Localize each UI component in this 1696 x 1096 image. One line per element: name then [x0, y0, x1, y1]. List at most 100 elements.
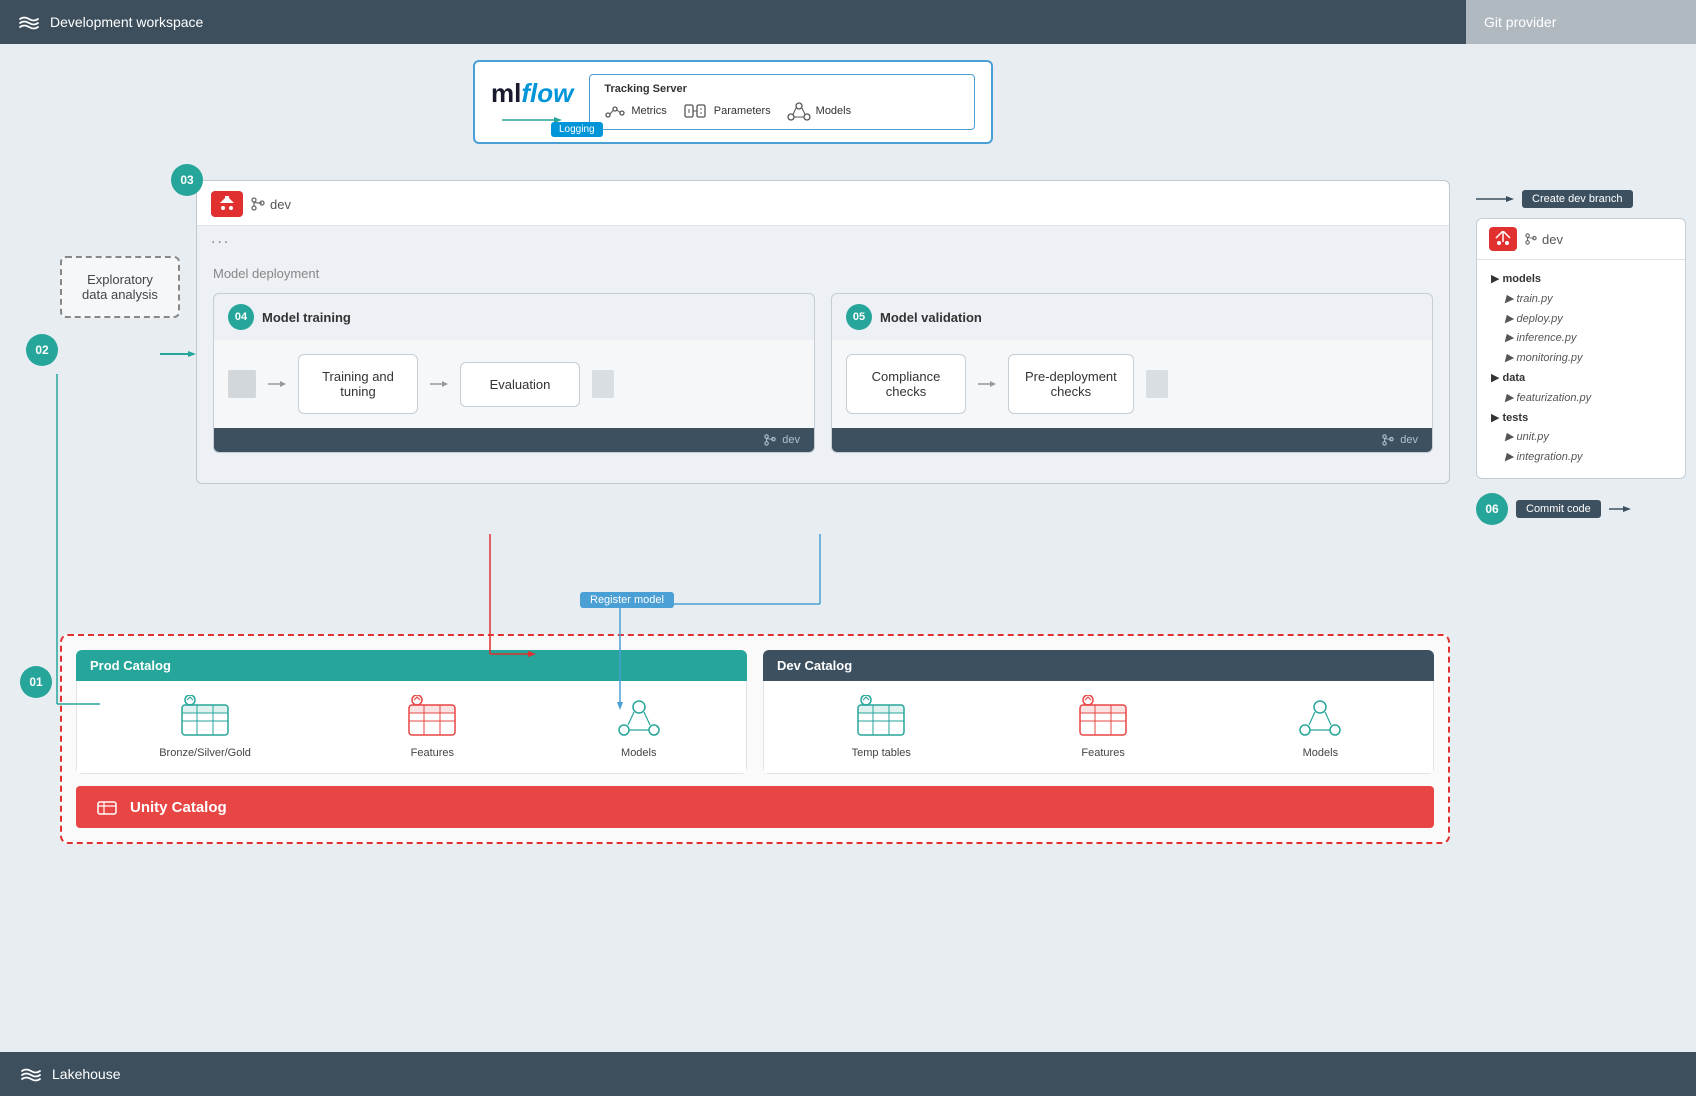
- models-label: Models: [816, 105, 851, 117]
- arrow-2: [430, 377, 448, 391]
- tracking-items: Metrics: [604, 101, 851, 121]
- parameters-label: Parameters: [714, 105, 771, 117]
- gray-sq-2: [592, 370, 614, 398]
- unit-py: unit.py: [1517, 431, 1549, 443]
- mlflow-logo: mlflow: [491, 78, 573, 109]
- validation-box: 05 Model validation Compliance checks: [831, 293, 1433, 453]
- register-model-label: Register model: [580, 592, 674, 608]
- step-05-circle: 05: [846, 304, 872, 330]
- eda-box: Exploratory data analysis: [60, 256, 180, 318]
- git-right-branch-label: dev: [1525, 232, 1563, 247]
- outer-header: Development workspace Git provider: [0, 0, 1696, 44]
- step-01-bubble: 01: [20, 666, 52, 698]
- data-folder: data: [1503, 372, 1526, 384]
- lakehouse-icon: [20, 1063, 42, 1085]
- dev-workspace-header: Development workspace: [0, 0, 1466, 44]
- training-box-footer: dev: [214, 428, 814, 452]
- dev-catalog-items: Temp tables: [763, 681, 1434, 774]
- validation-title: Model validation: [880, 310, 982, 325]
- branch-icon: [251, 197, 265, 211]
- arrow-3: [978, 377, 996, 391]
- git-right-branch-text: dev: [1542, 232, 1563, 247]
- branch-icon-footer-1: [764, 434, 776, 446]
- workspace-section: 03: [16, 180, 1450, 484]
- tracking-server-title: Tracking Server: [604, 83, 851, 95]
- model-deploy-area: Model deployment 04 Model training: [197, 252, 1449, 467]
- tracking-server-box: Tracking Server Metrics: [589, 74, 975, 130]
- ml-text: ml: [491, 78, 521, 108]
- dev-features: Features: [1078, 695, 1128, 759]
- git-tree-item-unit: ▶ unit.py: [1491, 428, 1671, 448]
- prod-features-label: Features: [411, 747, 454, 759]
- featurization-py: featurization.py: [1517, 392, 1592, 404]
- arrow-unit: ▶: [1505, 431, 1517, 443]
- validation-card-1: Compliance checks: [846, 354, 966, 414]
- arrow-tests: ▶: [1491, 412, 1503, 424]
- register-model-container: Register model: [580, 592, 674, 608]
- mlflow-box: mlflow Logging Tracking Server: [473, 60, 993, 144]
- commit-code-label: Commit code: [1516, 500, 1601, 518]
- prod-models-icon: [614, 695, 664, 741]
- training-box-content: Training and tuning Evaluation: [214, 340, 814, 428]
- unity-catalog-icon: [96, 796, 118, 818]
- git-right-header: dev: [1477, 219, 1685, 260]
- prod-features-icon: [407, 695, 457, 741]
- git-right-box: dev ▶ models ▶ train.py ▶ deploy.py ▶ in…: [1476, 218, 1686, 479]
- arrow-train: ▶: [1505, 293, 1517, 305]
- arrow-data: ▶: [1491, 372, 1503, 384]
- git-provider-header: Git provider: [1466, 0, 1696, 44]
- prod-models-label: Models: [621, 747, 656, 759]
- left-area: mlflow Logging Tracking Server: [0, 44, 1466, 1052]
- models-item: Models: [787, 101, 851, 121]
- commit-code-row: 06 Commit code: [1476, 493, 1686, 525]
- dev-catalog-box: Dev Catalog: [763, 650, 1434, 774]
- waves-icon: [18, 11, 40, 33]
- prod-models: Models: [614, 695, 664, 759]
- dev-models-icon: [1295, 695, 1345, 741]
- arrow-integration: ▶: [1505, 451, 1517, 463]
- git-tree-item-featurization: ▶ featurization.py: [1491, 389, 1671, 409]
- bottom-bar: Lakehouse: [0, 1052, 1696, 1096]
- parameters-item: Parameters: [683, 101, 771, 121]
- arrow-to-create-branch: [1476, 193, 1516, 205]
- workspace-main: dev ... Model deployment 04: [196, 180, 1450, 484]
- unity-catalog-bar: Unity Catalog: [76, 786, 1434, 828]
- tests-folder: tests: [1503, 412, 1529, 424]
- metrics-icon: [604, 101, 626, 121]
- main-layout: mlflow Logging Tracking Server: [0, 44, 1696, 1052]
- branch-icon-footer-2: [1382, 434, 1394, 446]
- arrow-models: ▶: [1491, 273, 1503, 285]
- git-tree-item-data-folder: ▶ data: [1491, 369, 1671, 389]
- create-dev-branch-label: Create dev branch: [1522, 190, 1633, 208]
- prod-catalog-box: Prod Catalog: [76, 650, 747, 774]
- training-footer-branch: dev: [782, 434, 800, 446]
- dev-temp-tables-label: Temp tables: [852, 747, 911, 759]
- lakehouse-label: Lakehouse: [52, 1066, 121, 1082]
- training-card-1: Training and tuning: [298, 354, 418, 414]
- git-badge-workspace: [211, 191, 243, 217]
- dev-workspace-label: Development workspace: [50, 14, 203, 30]
- workspace-inner-header: dev: [197, 181, 1449, 226]
- git-tree-item-monitoring: ▶ monitoring.py: [1491, 349, 1671, 369]
- training-box: 04 Model training Training and tuning: [213, 293, 815, 453]
- git-badge-right: [1489, 227, 1517, 251]
- git-provider-label: Git provider: [1484, 14, 1556, 30]
- train-py: train.py: [1517, 293, 1553, 305]
- temp-tables-icon: [856, 695, 906, 741]
- dev-features-icon: [1078, 695, 1128, 741]
- git-tree-item-integration: ▶ integration.py: [1491, 448, 1671, 468]
- metrics-item: Metrics: [604, 101, 666, 121]
- mlflow-row: mlflow Logging Tracking Server: [16, 60, 1450, 164]
- step-04-circle: 04: [228, 304, 254, 330]
- validation-box-content: Compliance checks Pre-deployment checks: [832, 340, 1432, 428]
- git-tree-item-train: ▶ train.py: [1491, 290, 1671, 310]
- workspace-branch-label: dev: [251, 197, 291, 212]
- flow-text: flow: [521, 78, 573, 108]
- gray-sq-3: [1146, 370, 1168, 398]
- unity-catalog-label: Unity Catalog: [130, 799, 227, 816]
- prod-bronze-silver-gold-label: Bronze/Silver/Gold: [159, 747, 251, 759]
- dev-catalog-header: Dev Catalog: [763, 650, 1434, 681]
- git-tree-item-models-folder: ▶ models: [1491, 270, 1671, 290]
- model-deploy-title: Model deployment: [213, 266, 1433, 281]
- prod-catalog-header: Prod Catalog: [76, 650, 747, 681]
